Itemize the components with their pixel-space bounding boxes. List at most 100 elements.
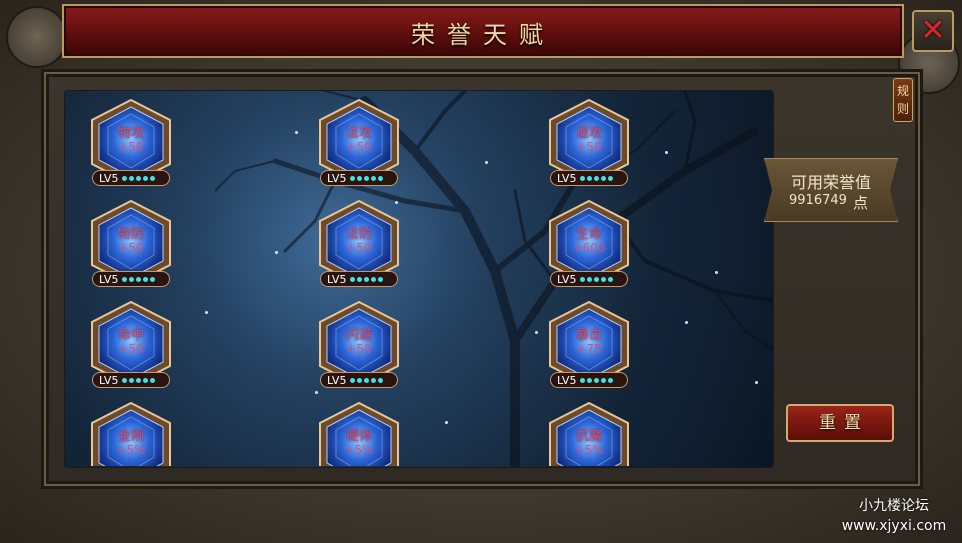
rules-button[interactable]: 规则 [893,78,913,122]
level-pip [357,276,363,282]
level-pip [601,276,607,282]
window-frame: 荣誉天赋 ✕ 物攻 +50 LV5 法攻 +50 LV5 道攻 +50 LV5 … [0,0,962,543]
talent-name: 抗魔 [575,429,602,444]
level-pip [594,276,600,282]
talent-name: 命中 [117,328,144,343]
talent-value: +600 [572,241,606,255]
level-pip [587,175,593,181]
talent-gem[interactable]: 暴击 +75 LV5 [546,298,632,390]
level-pip [594,175,600,181]
level-bar: LV5 [550,271,628,287]
talent-level: LV5 [557,373,577,387]
level-pip [364,377,370,383]
talent-level: LV5 [327,272,347,286]
level-pip [350,377,356,383]
page-title: 荣誉天赋 [411,21,555,49]
talent-value: +5% [344,443,374,457]
level-pip [594,377,600,383]
level-pip [136,377,142,383]
talent-value: +50 [346,140,372,154]
honor-value: 9916749 [789,193,847,208]
close-button[interactable]: ✕ [912,10,954,52]
level-pip [580,276,586,282]
talent-gem[interactable]: 硬体 +5% [316,399,402,466]
level-pip [378,276,384,282]
level-pip [587,276,593,282]
level-pip [122,276,128,282]
dragon-ornament-icon [6,6,68,68]
level-pip [129,276,135,282]
talent-gem[interactable]: 生命 +600 LV5 [546,197,632,289]
talent-gem[interactable]: 物防 +50 LV5 [88,197,174,289]
level-pip [350,175,356,181]
talent-name: 法攻 [345,126,372,141]
watermark-line2: www.xjyxi.com [841,518,947,534]
level-pip [350,276,356,282]
level-bar: LV5 [320,372,398,388]
talent-gem[interactable]: 命中 +50 LV5 [88,298,174,390]
talent-gem[interactable]: 道攻 +50 LV5 [546,96,632,188]
level-pip [129,377,135,383]
talent-value: +75 [576,342,602,356]
level-pip [601,377,607,383]
level-pip [608,276,614,282]
reset-button[interactable]: 重置 [786,404,894,442]
talent-name: 法防 [345,227,372,242]
watermark: 小九楼论坛 www.xjyxi.com [826,496,962,536]
level-pip [371,377,377,383]
level-pip [143,377,149,383]
level-pip [580,175,586,181]
level-pip [143,276,149,282]
level-pip [357,377,363,383]
talent-level: LV5 [99,171,119,185]
level-pip [608,175,614,181]
level-pip [150,377,156,383]
talent-name: 硬体 [345,429,372,444]
tree-background [215,91,773,467]
talent-name: 暴击 [575,328,602,343]
talent-name: 物攻 [117,126,144,141]
talent-value: +50 [118,241,144,255]
level-pip [378,377,384,383]
talent-gem[interactable]: 法攻 +50 LV5 [316,96,402,188]
title-bar: 荣誉天赋 [62,4,904,58]
talent-gem[interactable]: 法防 +50 LV5 [316,197,402,289]
level-pip [364,175,370,181]
level-pip [150,175,156,181]
level-pip [150,276,156,282]
talent-level: LV5 [557,171,577,185]
honor-unit: 点 [853,194,869,212]
level-bar: LV5 [92,170,170,186]
talent-value: +50 [346,342,372,356]
talent-value: +50 [118,140,144,154]
talent-name: 生命 [575,227,602,242]
talent-value: +50 [346,241,372,255]
level-pip [357,175,363,181]
honor-points-panel: 可用荣誉值 9916749 点 [764,158,898,222]
level-bar: LV5 [92,372,170,388]
talent-gem[interactable]: 抗魔 +5% [546,399,632,466]
talent-value: +50 [576,140,602,154]
level-pip [371,175,377,181]
talent-name: 道攻 [575,126,602,141]
talent-value: +5% [116,443,146,457]
level-pip [129,175,135,181]
level-pip [122,175,128,181]
level-pip [371,276,377,282]
level-pip [601,175,607,181]
level-bar: LV5 [550,372,628,388]
level-pip [587,377,593,383]
honor-label: 可用荣誉值 [790,173,871,192]
level-bar: LV5 [550,170,628,186]
talent-level: LV5 [99,272,119,286]
talent-gem[interactable]: 物攻 +50 LV5 [88,96,174,188]
talent-level: LV5 [327,373,347,387]
level-bar: LV5 [92,271,170,287]
close-icon: ✕ [920,13,946,48]
talent-name: 闪避 [345,328,372,343]
level-pip [136,276,142,282]
talent-gem[interactable]: 闪避 +50 LV5 [316,298,402,390]
talent-gem[interactable]: 金刚 +5% [88,399,174,466]
level-pip [364,276,370,282]
level-pip [378,175,384,181]
